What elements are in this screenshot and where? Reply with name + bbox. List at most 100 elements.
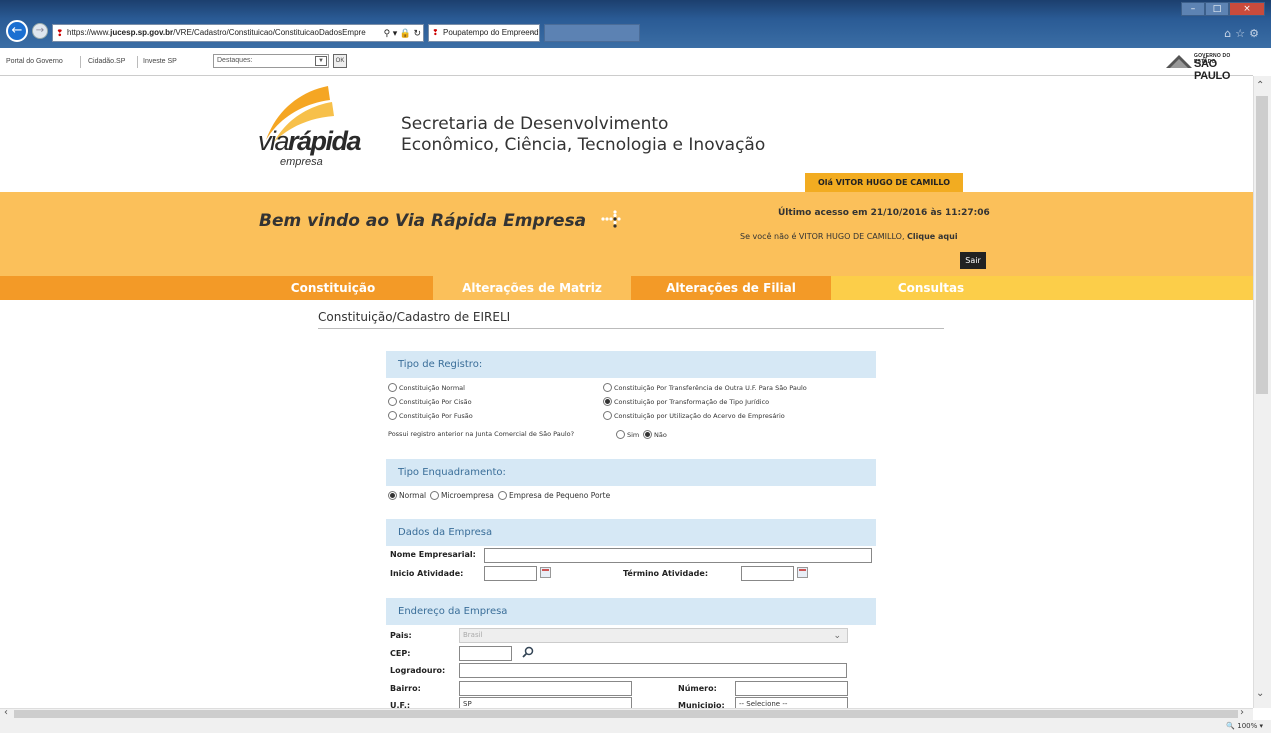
cep-label: CEP: bbox=[390, 649, 411, 658]
answer-label: Sim bbox=[627, 431, 640, 439]
bairro-input[interactable] bbox=[459, 681, 632, 696]
ok-button[interactable]: OK bbox=[333, 54, 347, 68]
option-label: Normal bbox=[399, 491, 427, 500]
secretaria-line2: Econômico, Ciência, Tecnologia e Inovaçã… bbox=[401, 135, 766, 155]
dots-logo-icon bbox=[601, 210, 621, 228]
nav-alteracoes-filial[interactable]: Alterações de Filial bbox=[631, 276, 831, 300]
calendar-icon[interactable] bbox=[797, 567, 808, 578]
answer-label: Não bbox=[654, 431, 667, 439]
section-tipo-registro: Tipo de Registro: bbox=[386, 351, 876, 378]
tab-close-icon[interactable]: × bbox=[530, 25, 535, 41]
numero-label: Número: bbox=[678, 684, 717, 693]
option-label: Constituição Por Transferência de Outra … bbox=[614, 384, 807, 392]
nome-empresarial-label: Nome Empresarial: bbox=[390, 550, 476, 559]
chevron-down-icon: ⌄ bbox=[833, 631, 841, 641]
inicio-atividade-input[interactable] bbox=[484, 566, 537, 581]
destaques-select[interactable]: Destaques: ▼ bbox=[213, 54, 329, 68]
option-label: Constituição Normal bbox=[399, 384, 465, 392]
nav-alteracoes-matriz[interactable]: Alterações de Matriz bbox=[433, 276, 631, 300]
option-constituicao-normal[interactable]: Constituição Normal bbox=[388, 383, 465, 392]
site-favicon-icon: ❢ bbox=[56, 28, 64, 38]
zoom-level[interactable]: 🔍 100% ▾ bbox=[1226, 722, 1263, 730]
window-controls: – □ × bbox=[1181, 2, 1265, 18]
not-you-link[interactable]: Clique aqui bbox=[907, 232, 958, 241]
option-constituicao-acervo[interactable]: Constituição por Utilização do Acervo de… bbox=[603, 411, 785, 420]
radio-icon[interactable] bbox=[498, 491, 507, 500]
welcome-text: Bem vindo ao Via Rápida Empresa bbox=[259, 211, 587, 231]
radio-icon[interactable] bbox=[603, 383, 612, 392]
logradouro-label: Logradouro: bbox=[390, 666, 446, 675]
search-icon[interactable] bbox=[522, 646, 534, 658]
back-button[interactable]: ← bbox=[6, 20, 28, 42]
section-tipo-enquadramento: Tipo Enquadramento: bbox=[386, 459, 876, 486]
scroll-down-icon[interactable]: ⌄ bbox=[1256, 688, 1264, 699]
option-microempresa[interactable]: Microempresa bbox=[430, 491, 494, 500]
gov-sp-logo[interactable]: GOVERNO DO ESTADO SÃO PAULO bbox=[1166, 53, 1248, 82]
numero-input[interactable] bbox=[735, 681, 848, 696]
welcome-heading: Bem vindo ao Via Rápida Empresa bbox=[259, 208, 622, 231]
url-prefix: https://www. bbox=[67, 28, 111, 37]
divider bbox=[318, 328, 944, 329]
pais-select[interactable]: Brasil ⌄ bbox=[459, 628, 848, 643]
option-epp[interactable]: Empresa de Pequeno Porte bbox=[498, 491, 610, 500]
cep-input[interactable] bbox=[459, 646, 512, 661]
close-icon[interactable]: × bbox=[1229, 2, 1265, 16]
radio-icon[interactable] bbox=[603, 411, 612, 420]
radio-icon[interactable] bbox=[430, 491, 439, 500]
option-constituicao-transferencia[interactable]: Constituição Por Transferência de Outra … bbox=[603, 383, 807, 392]
radio-selected-icon[interactable] bbox=[388, 491, 397, 500]
horizontal-scroll-thumb[interactable] bbox=[14, 710, 1238, 718]
last-access: Último acesso em 21/10/2016 às 11:27:06 bbox=[778, 208, 990, 218]
tab-active[interactable]: ❢ Poupatempo do Empreend... × bbox=[428, 24, 540, 42]
forward-button[interactable]: → bbox=[32, 23, 48, 39]
radio-icon[interactable] bbox=[388, 411, 397, 420]
option-label: Constituição Por Fusão bbox=[399, 412, 473, 420]
calendar-icon[interactable] bbox=[540, 567, 551, 578]
logout-button[interactable]: Sair bbox=[960, 252, 986, 269]
welcome-bar bbox=[0, 192, 1253, 276]
answer-sim[interactable]: Sim bbox=[616, 430, 639, 439]
not-you-prefix: Se você não é VITOR HUGO DE CAMILLO, bbox=[740, 232, 908, 241]
section-dados-empresa: Dados da Empresa bbox=[386, 519, 876, 546]
link-cidadao-sp[interactable]: Cidadão.SP bbox=[88, 58, 125, 65]
user-greeting: Olá VITOR HUGO DE CAMILLO bbox=[805, 173, 963, 192]
scroll-right-icon[interactable]: › bbox=[1240, 707, 1244, 718]
nav-constituicao[interactable]: Constituição bbox=[258, 276, 408, 300]
termino-atividade-input[interactable] bbox=[741, 566, 794, 581]
url-domain: jucesp.sp.gov.br bbox=[110, 28, 174, 37]
scroll-left-icon[interactable]: ‹ bbox=[4, 707, 8, 718]
address-tools-icon[interactable]: ⚲ ▾ 🔒 ↻ bbox=[380, 25, 421, 41]
option-constituicao-fusao[interactable]: Constituição Por Fusão bbox=[388, 411, 473, 420]
logo-wordmark: viarápida bbox=[258, 126, 362, 157]
nav-consultas[interactable]: Consultas bbox=[831, 276, 1031, 300]
main-nav: Constituição Alterações de Matriz Altera… bbox=[0, 276, 1253, 300]
address-bar[interactable]: ❢ https://www.jucesp.sp.gov.br/VRE/Cadas… bbox=[52, 24, 424, 42]
tab-inactive[interactable] bbox=[544, 24, 640, 42]
minimize-icon[interactable]: – bbox=[1181, 2, 1205, 16]
answer-nao[interactable]: Não bbox=[643, 430, 667, 439]
chevron-down-icon: ▼ bbox=[315, 56, 327, 66]
radio-icon[interactable] bbox=[616, 430, 625, 439]
option-constituicao-cisao[interactable]: Constituição Por Cisão bbox=[388, 397, 472, 406]
radio-selected-icon[interactable] bbox=[603, 397, 612, 406]
option-constituicao-transformacao[interactable]: Constituição por Transformação de Tipo J… bbox=[603, 397, 769, 406]
section-endereco: Endereço da Empresa bbox=[386, 598, 876, 625]
maximize-icon[interactable]: □ bbox=[1205, 2, 1229, 16]
option-label: Microempresa bbox=[441, 491, 494, 500]
link-portal-governo[interactable]: Portal do Governo bbox=[6, 58, 63, 65]
link-investe-sp[interactable]: Investe SP bbox=[143, 58, 177, 65]
option-normal[interactable]: Normal bbox=[388, 491, 426, 500]
bairro-label: Bairro: bbox=[390, 684, 421, 693]
vertical-scroll-thumb[interactable] bbox=[1256, 96, 1268, 394]
option-label: Constituição Por Cisão bbox=[399, 398, 472, 406]
browser-tools-icons[interactable]: ⌂☆⚙ bbox=[1224, 27, 1263, 40]
logradouro-input[interactable] bbox=[459, 663, 847, 678]
browser-titlebar: ← → ❢ https://www.jucesp.sp.gov.br/VRE/C… bbox=[0, 0, 1271, 48]
secretaria-title: Secretaria de Desenvolvimento Econômico,… bbox=[401, 114, 765, 156]
radio-icon[interactable] bbox=[388, 383, 397, 392]
radio-selected-icon[interactable] bbox=[643, 430, 652, 439]
radio-icon[interactable] bbox=[388, 397, 397, 406]
via-rapida-logo[interactable]: viarápida empresa bbox=[258, 84, 388, 180]
scroll-up-icon[interactable]: ⌃ bbox=[1256, 80, 1264, 91]
nome-empresarial-input[interactable] bbox=[484, 548, 872, 563]
